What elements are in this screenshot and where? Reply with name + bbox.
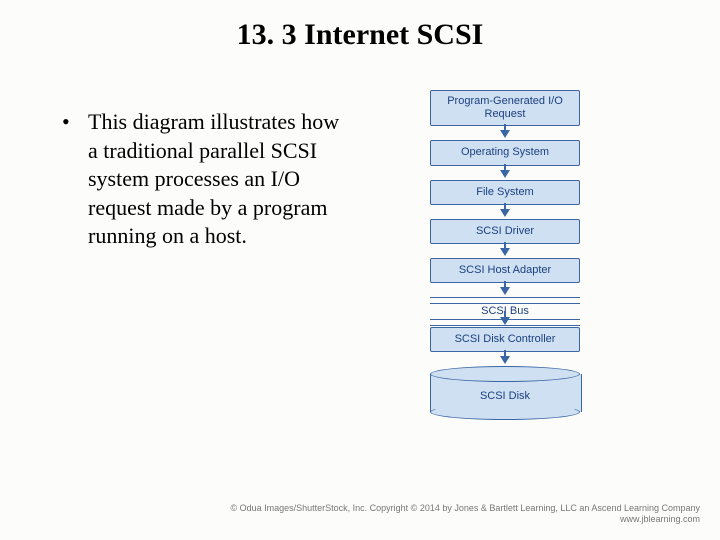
footer: © Odua Images/ShutterStock, Inc. Copyrig… [230,503,700,526]
footer-url: www.jblearning.com [230,514,700,526]
bullet-item: This diagram illustrates how a tradition… [62,108,352,251]
diagram-box-scsi-driver: SCSI Driver [430,219,580,244]
arrow-down-icon [500,130,510,138]
diagram-box-io-request: Program-Generated I/O Request [430,90,580,126]
slide: 13. 3 Internet SCSI This diagram illustr… [0,0,720,540]
arrow-down-icon [500,287,510,295]
arrow-down-icon [500,248,510,256]
footer-copyright: © Odua Images/ShutterStock, Inc. Copyrig… [230,503,700,515]
arrow-down-icon [500,317,510,325]
diagram-box-file-system: File System [430,180,580,205]
body-text: This diagram illustrates how a tradition… [62,108,352,251]
scsi-diagram: Program-Generated I/O Request Operating … [410,90,600,420]
arrow-down-icon [500,170,510,178]
slide-title: 13. 3 Internet SCSI [0,18,720,52]
diagram-box-os: Operating System [430,140,580,165]
diagram-disk-label: SCSI Disk [430,390,580,402]
diagram-disk-cylinder: SCSI Disk [430,366,580,420]
diagram-box-disk-controller: SCSI Disk Controller [430,327,580,352]
arrow-down-icon [500,356,510,364]
diagram-box-host-adapter: SCSI Host Adapter [430,258,580,283]
arrow-down-icon [500,209,510,217]
